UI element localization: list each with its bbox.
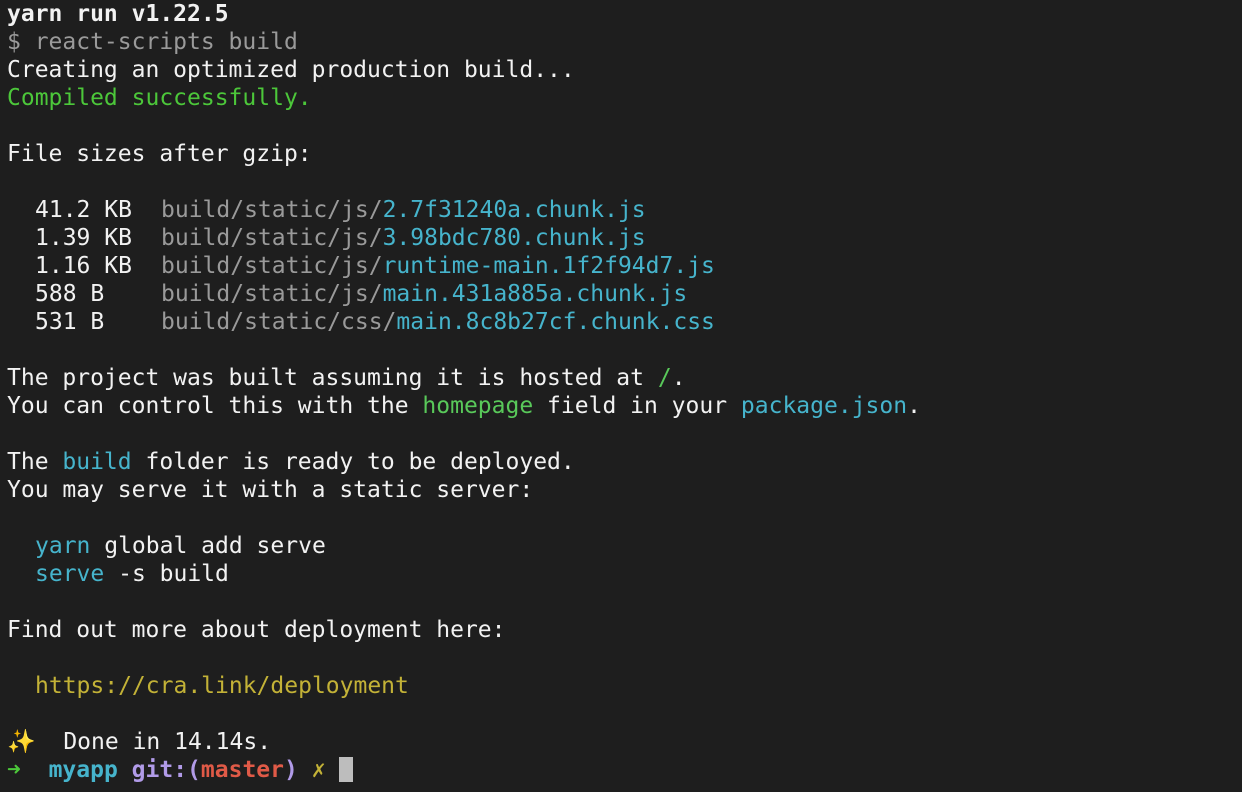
file-name: main.8c8b27cf.chunk.css (396, 309, 715, 335)
file-size: 1.39 KB (35, 225, 132, 251)
prompt-git-branch: master (200, 757, 285, 783)
file-name: 3.98bdc780.chunk.js (382, 225, 646, 251)
file-sizes-heading: File sizes after gzip: (7, 141, 312, 167)
build-folder-message: The build folder is ready to be deployed… (7, 448, 1242, 476)
homepage-field: homepage (422, 393, 534, 419)
file-size: 531 B (35, 309, 105, 335)
file-dir: build/static/css/ (161, 309, 397, 335)
prompt-arrow-icon: ➜ (7, 757, 21, 783)
folder-suffix: folder is ready to be deployed. (131, 449, 575, 475)
serve-command-1: yarn global add serve (7, 532, 1242, 560)
deployment-url-row: https://cra.link/deployment (7, 672, 1242, 700)
file-dir: build/static/js/ (161, 225, 383, 251)
file-dir: build/static/js/ (161, 281, 383, 307)
command-tool: yarn (35, 533, 91, 559)
command-tool: serve (35, 561, 105, 587)
file-size-row: 41.2 KB build/static/js/2.7f31240a.chunk.… (7, 196, 1242, 224)
compiled-success-message: Compiled successfully. (7, 85, 312, 111)
prompt-git-label: git:( (131, 757, 201, 783)
hosted-at-message: The project was built assuming it is hos… (7, 364, 1242, 392)
file-size: 41.2 KB (35, 197, 132, 223)
serve-command-2: serve -s build (7, 560, 1242, 588)
file-size: 1.16 KB (35, 253, 132, 279)
control-prefix: You can control this with the (7, 393, 423, 419)
done-text: Done in 14.14s. (35, 729, 272, 755)
done-message: ✨ Done in 14.14s. (7, 728, 1242, 756)
prompt-directory: myapp (48, 757, 118, 783)
prompt-dirty-icon: ✗ (311, 757, 326, 783)
file-name: 2.7f31240a.chunk.js (382, 197, 646, 223)
hosted-suffix: . (671, 365, 686, 391)
serve-intro-message: You may serve it with a static server: (7, 477, 534, 503)
hosted-path: / (657, 365, 672, 391)
homepage-control-message: You can control this with the homepage f… (7, 392, 1242, 420)
build-folder-name: build (62, 449, 132, 475)
file-dir: build/static/js/ (161, 253, 383, 279)
control-middle: field in your (533, 393, 741, 419)
control-suffix: . (907, 393, 921, 419)
file-name: main.431a885a.chunk.js (382, 281, 688, 307)
command-args: -s build (104, 561, 229, 587)
yarn-header: yarn run v1.22.5 (7, 1, 229, 27)
terminal-window[interactable]: yarn run v1.22.5 $ react-scripts build C… (0, 0, 1242, 792)
text-cursor[interactable] (339, 757, 354, 782)
sparkles-icon: ✨ (7, 729, 36, 755)
file-dir: build/static/js/ (161, 197, 383, 223)
file-size: 588 B (35, 281, 105, 307)
hosted-prefix: The project was built assuming it is hos… (7, 365, 658, 391)
folder-prefix: The (7, 449, 63, 475)
package-json-file: package.json (740, 393, 908, 419)
shell-prompt[interactable]: ➜ myapp git:(master) ✗ (7, 756, 1242, 784)
file-size-row: 588 B build/static/js/main.431a885a.chunk… (7, 280, 1242, 308)
file-size-row: 531 B build/static/css/main.8c8b27cf.chun… (7, 308, 1242, 336)
more-info-message: Find out more about deployment here: (7, 617, 506, 643)
prompt-git-close: ) (284, 757, 298, 783)
command-args: global add serve (90, 533, 326, 559)
deployment-url-link[interactable]: https://cra.link/deployment (35, 673, 409, 699)
creating-build-message: Creating an optimized production build..… (7, 57, 575, 83)
command-line: $ react-scripts build (7, 29, 298, 55)
file-size-row: 1.39 KB build/static/js/3.98bdc780.chunk.… (7, 224, 1242, 252)
file-size-row: 1.16 KB build/static/js/runtime-main.1f2f… (7, 252, 1242, 280)
file-name: runtime-main.1f2f94d7.js (382, 253, 715, 279)
